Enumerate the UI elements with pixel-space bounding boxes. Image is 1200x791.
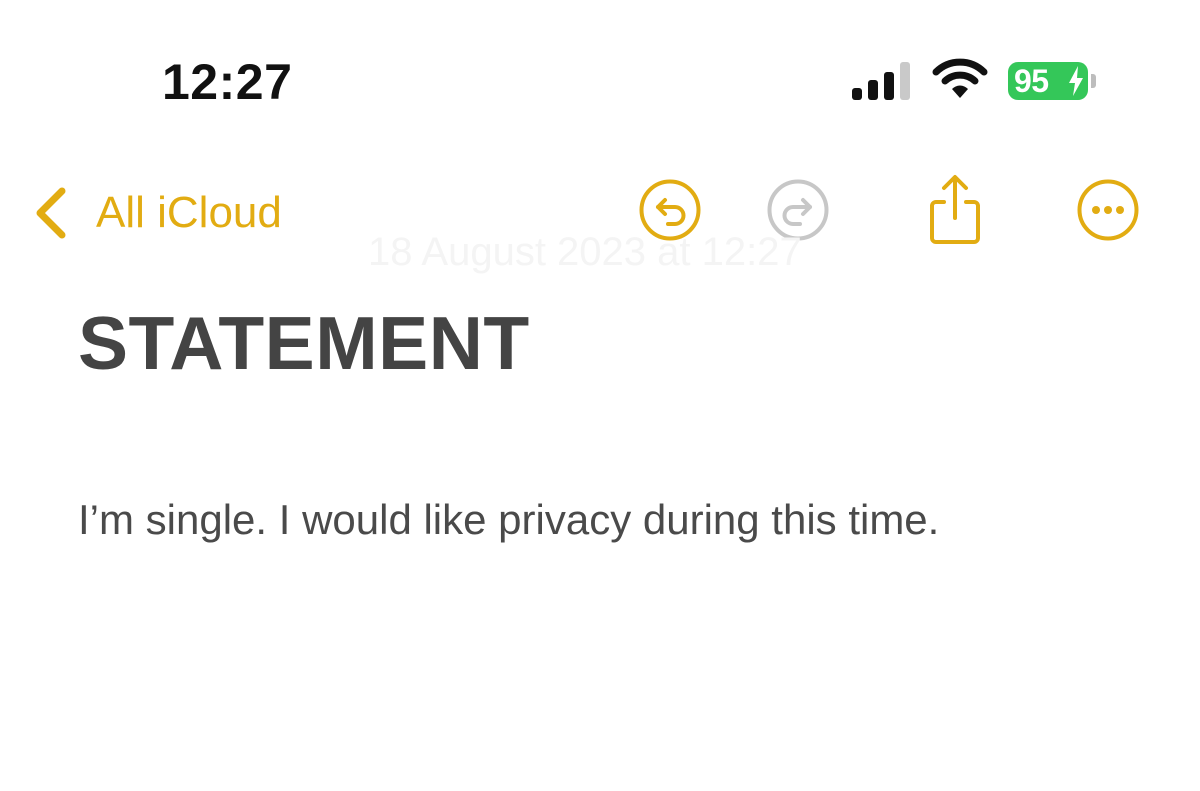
back-label: All iCloud (96, 188, 282, 237)
status-time: 12:27 (162, 54, 293, 110)
note-date: 18 August 2023 at 12:27 (368, 230, 802, 274)
note-title[interactable]: STATEMENT (78, 300, 530, 386)
more-icon (1077, 179, 1139, 241)
wifi-icon (932, 58, 988, 98)
share-button[interactable] (922, 172, 988, 246)
more-button[interactable] (1076, 178, 1140, 242)
battery-level: 95 (1008, 62, 1088, 100)
charging-bolt-icon (1069, 66, 1083, 96)
battery-percent: 95 (1014, 63, 1049, 99)
battery-cap (1091, 74, 1096, 88)
share-icon (930, 175, 980, 244)
cellular-signal-icon (852, 62, 910, 100)
back-button[interactable]: All iCloud (30, 182, 282, 244)
chevron-left-icon (36, 187, 66, 239)
battery-icon: 95 (1008, 62, 1096, 100)
note-body[interactable]: I’m single. I would like privacy during … (78, 490, 939, 550)
